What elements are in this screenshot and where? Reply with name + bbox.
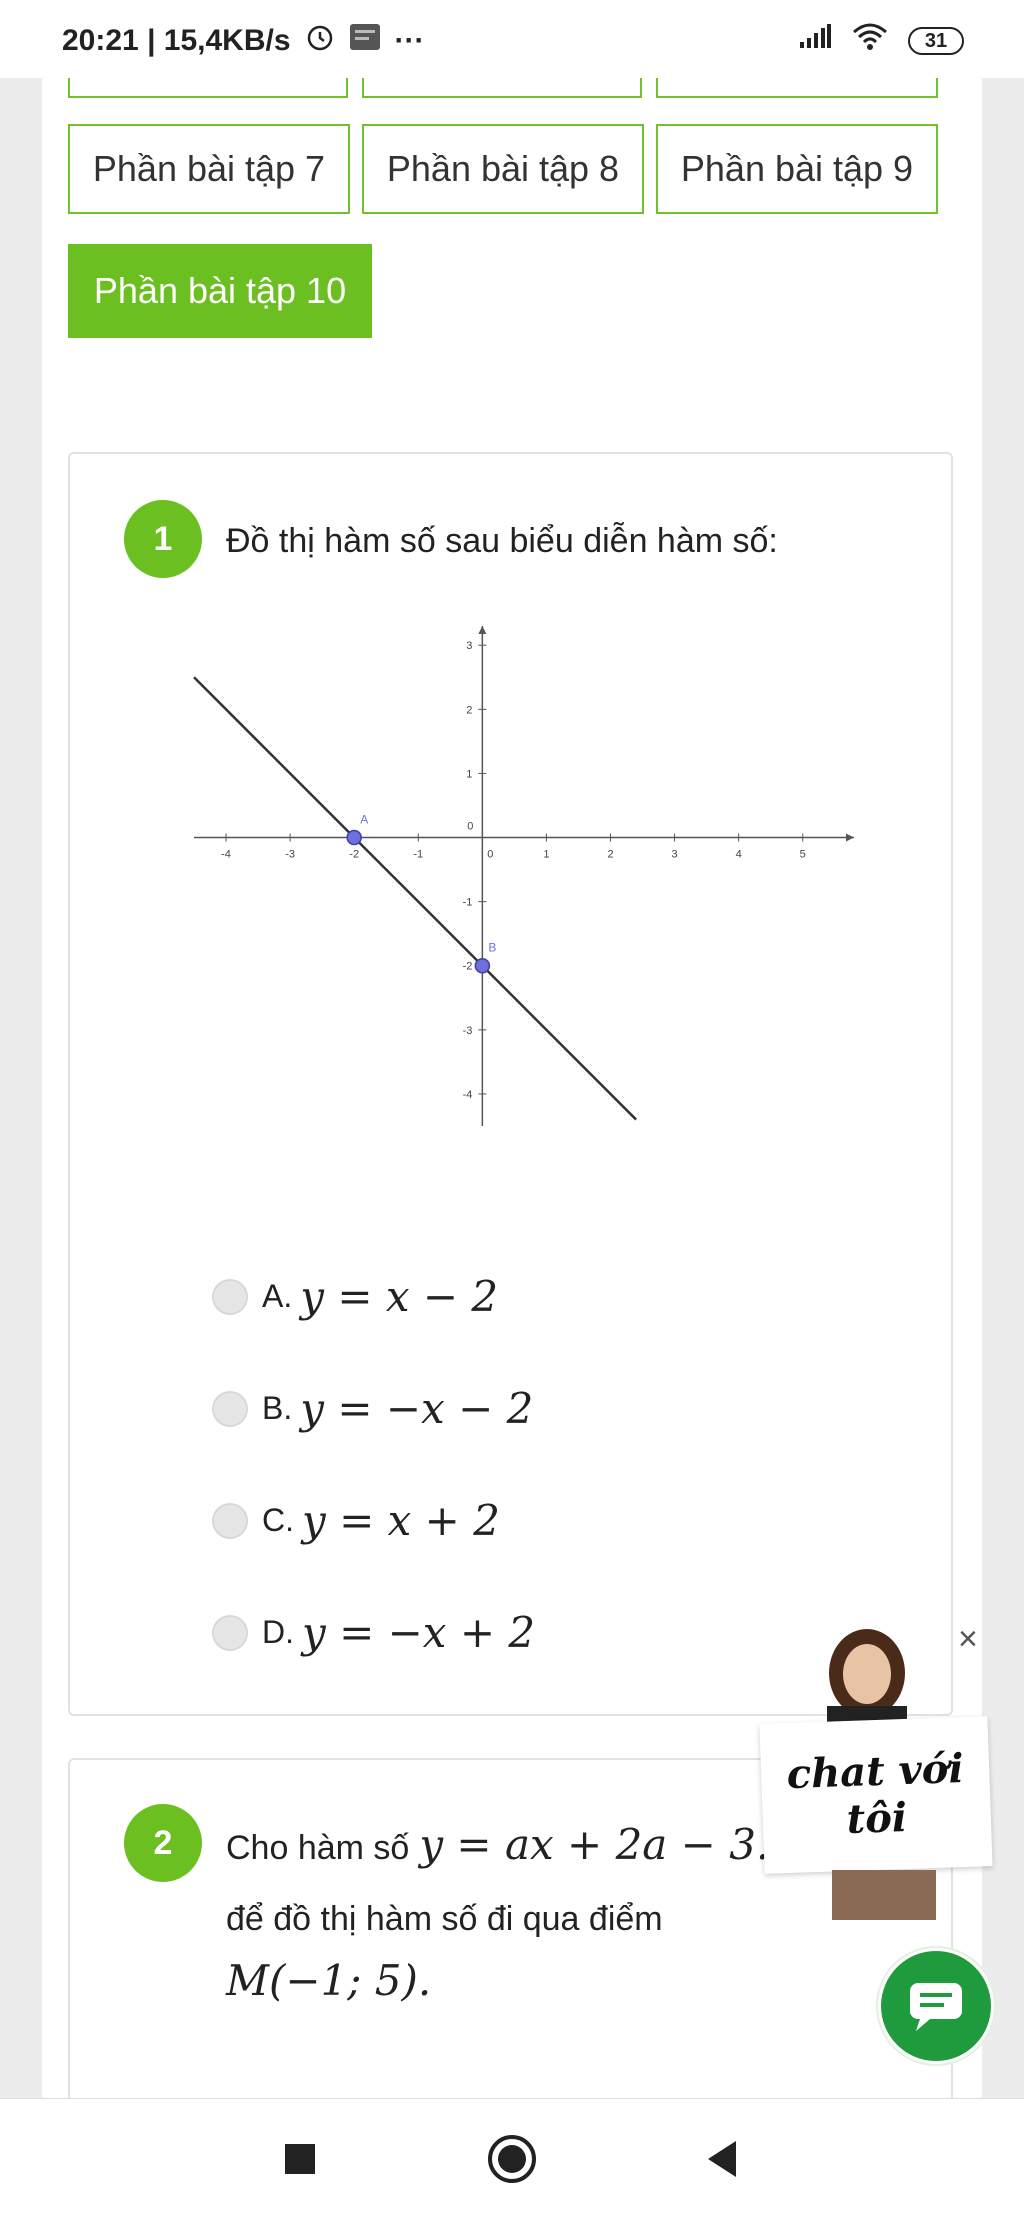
tab-exercise-8[interactable]: Phần bài tập 8 <box>362 124 644 214</box>
home-button[interactable] <box>486 2133 538 2185</box>
x-axis-arrow <box>846 833 854 842</box>
chat-close-button[interactable]: × <box>958 1620 978 1659</box>
radio-c[interactable] <box>212 1502 248 1539</box>
radio-d[interactable] <box>212 1614 248 1651</box>
option-c[interactable]: C. y = x + 2 <box>212 1496 500 1545</box>
option-b[interactable]: B. y = −x − 2 <box>212 1384 533 1433</box>
y-axis-arrow <box>478 626 487 634</box>
tab-exercise-10[interactable]: Phần bài tập 10 <box>68 244 372 338</box>
graph-lines <box>193 676 638 1121</box>
option-a-label: A. <box>262 1278 293 1314</box>
chat-sign-line1: chat với <box>785 1744 965 1799</box>
x-tick-label: -4 <box>221 849 231 861</box>
option-d-formula: y = −x + 2 <box>302 1608 536 1657</box>
x-tick-label: 4 <box>736 849 742 861</box>
question-number: 1 <box>124 500 202 578</box>
tab-partial-6[interactable] <box>656 78 938 98</box>
signal-icon <box>798 24 832 58</box>
x-tick-label: -1 <box>413 849 423 861</box>
tab-exercise-7[interactable]: Phần bài tập 7 <box>68 124 350 214</box>
x-tick-label: 0 <box>487 849 493 861</box>
function-graph: -4 -3 -2 -1 0 1 2 3 4 53210-1-2-3-4 AB <box>193 626 854 1126</box>
option-b-label: B. <box>262 1390 293 1426</box>
graph-ticks: -4 -3 -2 -1 0 1 2 3 4 5 3 2 1 0 -1 -2 -3 -4 <box>221 640 806 1101</box>
question-2-line1: Cho hàm số y = ax + 2a − 3. T <box>226 1820 800 1869</box>
x-tick-label: 5 <box>800 849 806 861</box>
option-a-formula: y = x − 2 <box>300 1272 499 1321</box>
question-2-line2: để đồ thị hàm số đi qua điểm <box>226 1900 663 1938</box>
chat-avatar <box>827 1629 907 1728</box>
x-tick-label: -3 <box>285 849 295 861</box>
option-d[interactable]: D. y = −x + 2 <box>212 1608 535 1657</box>
point-label-b: B <box>488 941 496 955</box>
y-tick-label: 2 <box>466 704 472 716</box>
chat-fab-inner[interactable] <box>881 1951 991 2061</box>
option-c-label: C. <box>262 1502 294 1538</box>
chat-widget[interactable]: × chat với tôi <box>759 1620 1002 1920</box>
x-tick-label: -2 <box>349 849 359 861</box>
tab-exercise-9[interactable]: Phần bài tập 9 <box>656 124 938 214</box>
option-a[interactable]: A. y = x − 2 <box>212 1272 498 1321</box>
option-c-formula: y = x + 2 <box>302 1496 500 1545</box>
page-left-gutter <box>0 78 42 2098</box>
x-tick-label: 1 <box>543 849 549 861</box>
back-button[interactable] <box>704 2139 740 2179</box>
app-notification-icon <box>349 22 381 60</box>
tab-partial-4[interactable] <box>68 78 348 98</box>
chat-person-body <box>832 1870 936 1920</box>
question-2-prefix: Cho hàm số <box>226 1829 410 1867</box>
y-tick-label: 0 <box>467 821 473 833</box>
option-b-formula: y = −x − 2 <box>300 1384 534 1433</box>
x-tick-label: 3 <box>672 849 678 861</box>
tab-partial-5[interactable] <box>362 78 642 98</box>
more-notifications: ··· <box>394 24 425 57</box>
y-tick-label: -4 <box>463 1089 473 1101</box>
y-tick-label: 3 <box>466 640 472 652</box>
recent-apps-button[interactable] <box>282 2141 318 2177</box>
wifi-icon <box>850 22 890 60</box>
chat-sign[interactable]: chat với tôi <box>759 1716 993 1874</box>
x-tick-label: 2 <box>607 849 613 861</box>
point-b <box>474 957 491 974</box>
y-tick-label: -1 <box>463 897 473 909</box>
chat-sign-line2: tôi <box>845 1793 908 1844</box>
y-tick-label: -3 <box>463 1025 473 1037</box>
question-2-point: M(−1; 5). <box>226 1956 432 2005</box>
function-line <box>193 676 638 1121</box>
status-bar: 20:21 | 15,4KB/s ··· 31 <box>0 0 1024 78</box>
alarm-icon <box>305 22 335 60</box>
battery-icon: 31 <box>908 27 964 55</box>
question-text: Đồ thị hàm số sau biểu diễn hàm số: <box>226 522 778 560</box>
question-number-2: 2 <box>124 1804 202 1882</box>
radio-b[interactable] <box>212 1390 248 1427</box>
status-time-speed: 20:21 | 15,4KB/s <box>62 24 291 57</box>
battery-level: 31 <box>908 27 964 55</box>
point-a <box>346 829 362 846</box>
question-card-1: 1 Đồ thị hàm số sau biểu diễn hàm số: -4… <box>68 452 953 1716</box>
chat-bubble-icon <box>910 1983 962 2031</box>
chat-fab-button[interactable] <box>876 1946 996 2066</box>
system-nav-bar <box>0 2098 1024 2218</box>
radio-a[interactable] <box>212 1278 248 1315</box>
y-tick-label: -2 <box>463 961 473 973</box>
option-d-label: D. <box>262 1614 294 1650</box>
y-tick-label: 1 <box>466 768 472 780</box>
graph-axes <box>194 626 854 1126</box>
question-2-formula: y = ax + 2a − 3. <box>419 1820 770 1869</box>
graph-points: AB <box>346 813 496 974</box>
point-label-a: A <box>360 813 368 827</box>
